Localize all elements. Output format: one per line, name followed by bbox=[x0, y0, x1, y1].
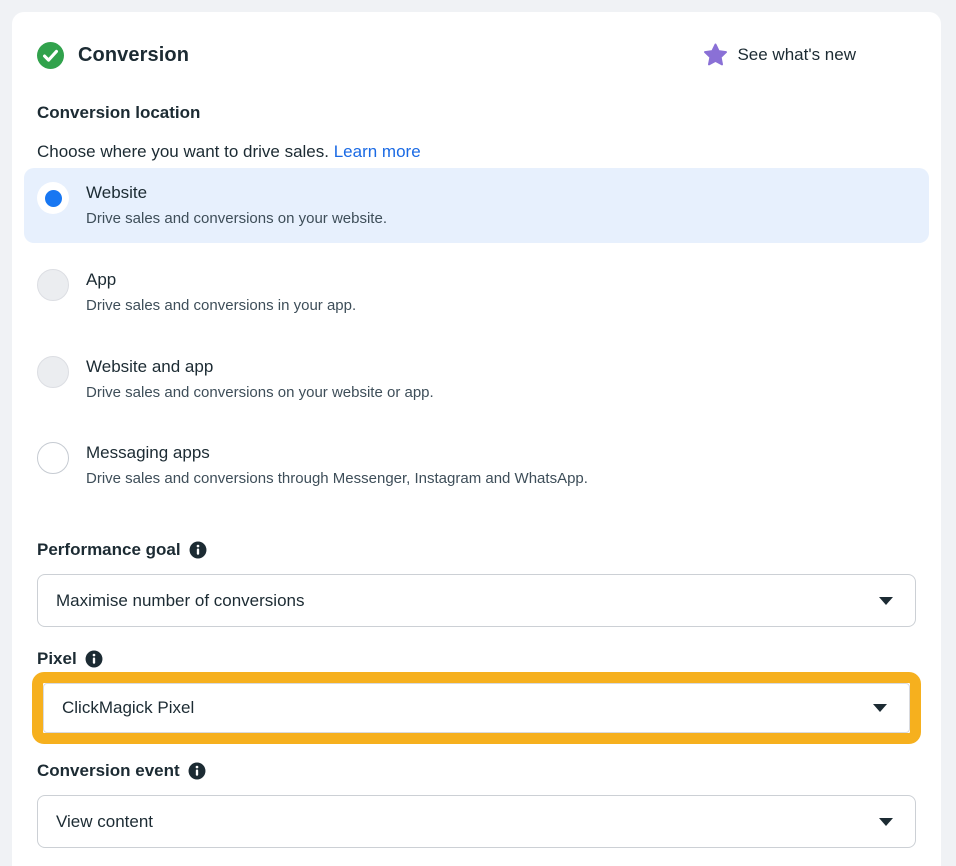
star-icon bbox=[703, 43, 728, 68]
option-app-description: Drive sales and conversions in your app. bbox=[86, 296, 356, 316]
option-website-text: Website Drive sales and conversions on y… bbox=[86, 182, 387, 229]
check-circle-icon bbox=[37, 42, 64, 69]
chevron-down-icon bbox=[873, 704, 887, 712]
info-icon[interactable] bbox=[85, 650, 103, 668]
pixel-value: ClickMagick Pixel bbox=[62, 698, 194, 718]
conversion-location-heading: Conversion location bbox=[37, 102, 916, 124]
option-website[interactable]: Website Drive sales and conversions on y… bbox=[24, 168, 929, 243]
conversion-event-value: View content bbox=[56, 812, 153, 832]
radio-app[interactable] bbox=[37, 269, 69, 301]
option-website-and-app-text: Website and app Drive sales and conversi… bbox=[86, 356, 434, 403]
performance-goal-label-row: Performance goal bbox=[37, 539, 916, 561]
conversion-event-label-row: Conversion event bbox=[37, 760, 916, 782]
radio-website[interactable] bbox=[37, 182, 69, 214]
see-whats-new-label: See what's new bbox=[737, 45, 856, 65]
info-icon[interactable] bbox=[188, 762, 206, 780]
see-whats-new-link[interactable]: See what's new bbox=[703, 43, 856, 68]
option-messaging-apps-text: Messaging apps Drive sales and conversio… bbox=[86, 442, 588, 489]
radio-website-and-app[interactable] bbox=[37, 356, 69, 388]
performance-goal-select[interactable]: Maximise number of conversions bbox=[37, 574, 916, 627]
pixel-label-row: Pixel bbox=[37, 648, 916, 670]
intro-text: Choose where you want to drive sales. bbox=[37, 142, 334, 161]
pixel-label: Pixel bbox=[37, 648, 77, 670]
option-website-title: Website bbox=[86, 182, 387, 204]
option-app-title: App bbox=[86, 269, 356, 291]
option-app-text: App Drive sales and conversions in your … bbox=[86, 269, 356, 316]
learn-more-link[interactable]: Learn more bbox=[334, 142, 421, 161]
page-title: Conversion bbox=[78, 44, 189, 67]
option-website-and-app-description: Drive sales and conversions on your webs… bbox=[86, 383, 434, 403]
chevron-down-icon bbox=[879, 597, 893, 605]
performance-goal-label: Performance goal bbox=[37, 539, 181, 561]
option-website-and-app-title: Website and app bbox=[86, 356, 434, 378]
conversion-event-select[interactable]: View content bbox=[37, 795, 916, 848]
conversion-location-intro: Choose where you want to drive sales. Le… bbox=[37, 140, 916, 163]
header-title-group: Conversion bbox=[37, 42, 189, 69]
option-messaging-apps[interactable]: Messaging apps Drive sales and conversio… bbox=[37, 442, 916, 489]
radio-messaging-apps[interactable] bbox=[37, 442, 69, 474]
highlight-annotation: ClickMagick Pixel bbox=[32, 672, 921, 744]
conversion-event-label: Conversion event bbox=[37, 760, 180, 782]
option-website-and-app[interactable]: Website and app Drive sales and conversi… bbox=[37, 356, 916, 403]
chevron-down-icon bbox=[879, 818, 893, 826]
card-header: Conversion See what's new bbox=[37, 12, 916, 69]
option-app[interactable]: App Drive sales and conversions in your … bbox=[37, 269, 916, 316]
option-messaging-apps-description: Drive sales and conversions through Mess… bbox=[86, 469, 588, 489]
option-website-description: Drive sales and conversions on your webs… bbox=[86, 209, 387, 229]
performance-goal-value: Maximise number of conversions bbox=[56, 591, 304, 611]
info-icon[interactable] bbox=[189, 541, 207, 559]
conversion-settings-card: Conversion See what's new Conversion loc… bbox=[12, 12, 941, 866]
pixel-select[interactable]: ClickMagick Pixel bbox=[43, 683, 910, 733]
conversion-location-options: Website Drive sales and conversions on y… bbox=[37, 168, 916, 489]
option-messaging-apps-title: Messaging apps bbox=[86, 442, 588, 464]
